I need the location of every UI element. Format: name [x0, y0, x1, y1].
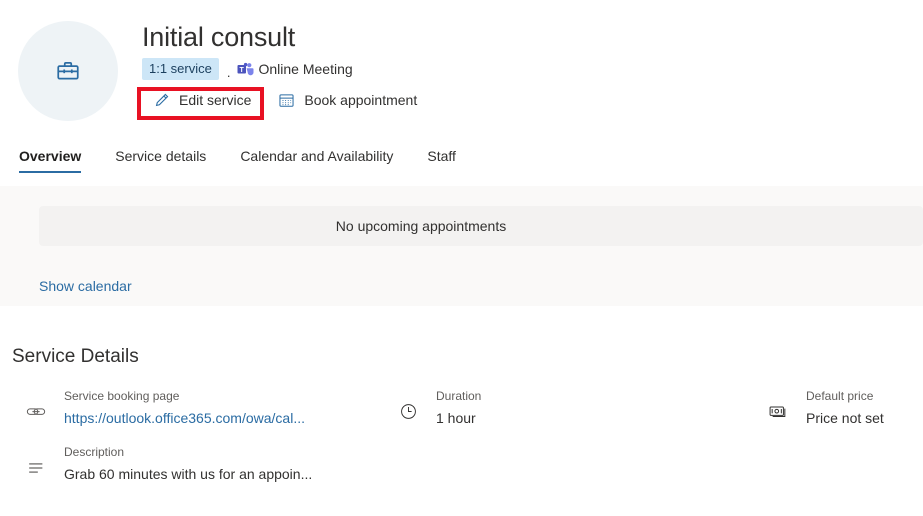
detail-label: Default price [806, 389, 874, 403]
tab-staff[interactable]: Staff [427, 146, 456, 173]
detail-body: Description Grab 60 minutes with us for … [64, 444, 312, 485]
money-icon [766, 388, 790, 422]
teams-icon: T [237, 62, 254, 77]
tab-bar: Overview Service details Calendar and Av… [0, 146, 923, 184]
detail-label: Service booking page [64, 389, 180, 403]
tab-overview[interactable]: Overview [19, 146, 82, 173]
meeting-type-label: Online Meeting [258, 61, 353, 77]
tab-service-details[interactable]: Service details [115, 146, 206, 173]
detail-body: Default price Price not set [806, 388, 884, 429]
edit-service-button[interactable]: Edit service [142, 89, 261, 112]
calendar-icon [276, 92, 296, 109]
no-appointments-box: No upcoming appointments [39, 206, 923, 246]
book-appointment-button[interactable]: Book appointment [276, 92, 417, 109]
pencil-icon [151, 92, 171, 109]
header-actions: Edit service Book appointment [142, 88, 417, 112]
show-calendar-link[interactable]: Show calendar [39, 278, 132, 294]
detail-body: Service booking page https://outlook.off… [64, 388, 305, 429]
detail-value[interactable]: https://outlook.office365.com/owa/cal... [64, 407, 305, 429]
service-avatar [18, 21, 118, 121]
detail-service-booking-page: Service booking page https://outlook.off… [24, 388, 305, 429]
detail-value: 1 hour [436, 410, 476, 426]
upcoming-appointments-panel: No upcoming appointments Show calendar [0, 186, 923, 306]
detail-value: Price not set [806, 410, 884, 426]
edit-service-label: Edit service [179, 92, 252, 108]
clock-icon [396, 388, 420, 421]
detail-default-price: Default price Price not set [766, 388, 884, 429]
header-text-block: Initial consult 1:1 service . T Online M… [142, 20, 417, 112]
detail-value: Grab 60 minutes with us for an appoin... [64, 466, 313, 482]
meta-separator: . [226, 64, 231, 80]
book-appointment-label: Book appointment [304, 92, 418, 108]
service-meta-row: 1:1 service . T Online Meeting [142, 58, 417, 80]
detail-description: Description Grab 60 minutes with us for … [24, 444, 312, 485]
tab-calendar-and-availability[interactable]: Calendar and Availability [240, 146, 393, 173]
detail-label: Description [64, 445, 125, 459]
service-details-heading: Service Details [12, 346, 139, 367]
link-icon [24, 388, 48, 422]
briefcase-icon [55, 58, 81, 84]
svg-text:T: T [239, 66, 244, 73]
detail-duration: Duration 1 hour [396, 388, 481, 429]
no-appointments-message: No upcoming appointments [335, 218, 507, 234]
detail-body: Duration 1 hour [436, 388, 481, 429]
service-header: Initial consult 1:1 service . T Online M… [0, 0, 923, 140]
description-icon [24, 444, 48, 478]
status-badge: 1:1 service [142, 58, 219, 80]
page-title: Initial consult [142, 22, 296, 52]
detail-label: Duration [436, 389, 482, 403]
